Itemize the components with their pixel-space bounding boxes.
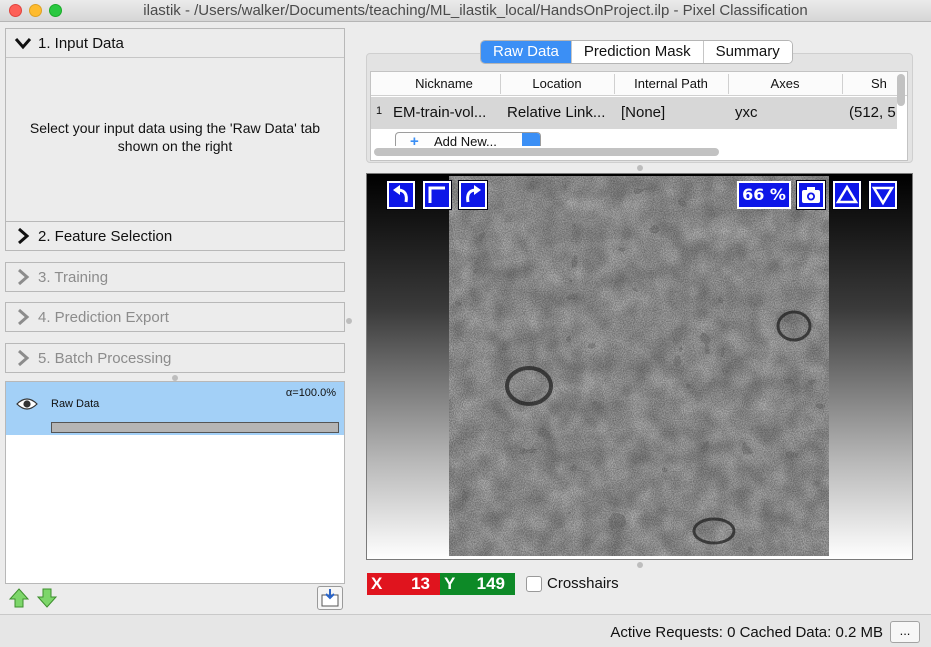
plus-icon: +	[410, 133, 419, 146]
image-viewer[interactable]: 66 %	[366, 173, 913, 560]
export-icon	[321, 589, 339, 607]
splitter-handle[interactable]	[346, 318, 352, 324]
table-cell[interactable]: yxc	[735, 104, 758, 121]
window-title: ilastik - /Users/walker/Documents/teachi…	[143, 2, 808, 19]
chevron-right-icon	[18, 227, 30, 245]
y-coordinate-value[interactable]: 149	[477, 574, 505, 594]
more-button[interactable]: ...	[890, 621, 920, 643]
y-axis-label: Y	[444, 574, 456, 593]
column-header[interactable]: Axes	[729, 76, 841, 91]
dataset-table: Nickname Location Internal Path Axes Sh …	[370, 71, 908, 161]
x-coordinate-badge: X 13	[367, 573, 440, 595]
horizontal-scrollbar[interactable]	[374, 148, 719, 156]
applet-header-input-data[interactable]: 1. Input Data	[6, 29, 344, 57]
tab-summary[interactable]: Summary	[702, 41, 792, 63]
splitter-handle[interactable]	[637, 562, 643, 568]
slice-down-button[interactable]	[869, 181, 897, 209]
y-coordinate-badge: Y 149	[440, 573, 515, 595]
table-header: Nickname Location Internal Path Axes Sh	[371, 72, 907, 96]
rotate-right-button[interactable]	[459, 181, 487, 209]
crosshairs-checkbox[interactable]	[526, 576, 542, 592]
chevron-right-icon	[18, 268, 30, 286]
swap-axes-button[interactable]	[423, 181, 451, 209]
input-data-instructions: Select your input data using the 'Raw Da…	[6, 57, 344, 216]
applet-label: 2. Feature Selection	[38, 227, 173, 245]
move-layer-down-icon[interactable]	[36, 587, 58, 609]
rotate-right-icon	[466, 185, 481, 203]
applet-label: 3. Training	[38, 268, 109, 286]
x-axis-label: X	[371, 574, 383, 593]
chevron-right-icon	[18, 308, 30, 326]
title-bar: ilastik - /Users/walker/Documents/teachi…	[0, 0, 931, 22]
tab-prediction-mask[interactable]: Prediction Mask	[570, 41, 703, 63]
applet-batch-processing[interactable]: 5. Batch Processing	[5, 343, 345, 373]
layer-toolbar	[5, 584, 345, 612]
zoom-level[interactable]: 66 %	[737, 181, 791, 209]
applet-prediction-export[interactable]: 4. Prediction Export	[5, 302, 345, 332]
swap-axes-icon	[428, 186, 445, 203]
dataset-tabs: Raw Data Prediction Mask Summary	[480, 40, 793, 64]
add-new-label: Add New...	[434, 134, 497, 146]
layer-item-raw-data[interactable]: Raw Data α=100.0%	[6, 382, 344, 435]
slice-up-button[interactable]	[833, 181, 861, 209]
chevron-down-icon	[14, 38, 32, 50]
chevron-right-icon	[18, 349, 30, 367]
table-cell[interactable]: EM-train-vol...	[393, 104, 486, 121]
move-layer-up-icon[interactable]	[8, 587, 30, 609]
status-text: Active Requests: 0 Cached Data: 0.2 MB	[610, 624, 883, 641]
applet-label: 5. Batch Processing	[38, 349, 172, 367]
eye-icon[interactable]	[16, 397, 38, 411]
crosshairs-label[interactable]: Crosshairs	[547, 575, 619, 592]
vertical-scrollbar[interactable]	[897, 74, 905, 106]
applet-feature-selection[interactable]: 2. Feature Selection	[5, 221, 345, 251]
triangle-down-icon	[871, 186, 895, 206]
camera-icon	[802, 187, 820, 203]
column-header[interactable]: Location	[501, 76, 613, 91]
rotate-left-button[interactable]	[387, 181, 415, 209]
table-cell[interactable]: [None]	[621, 104, 665, 121]
layer-opacity-slider[interactable]	[51, 422, 339, 433]
row-number: 1	[376, 105, 383, 117]
applet-training[interactable]: 3. Training	[5, 262, 345, 292]
applet-label: 4. Prediction Export	[38, 308, 169, 326]
tab-raw-data[interactable]: Raw Data	[481, 41, 571, 63]
column-header[interactable]: Internal Path	[615, 76, 727, 91]
snapshot-button[interactable]	[797, 181, 825, 209]
splitter-handle[interactable]	[637, 165, 643, 171]
applet-input-data: 1. Input Data Select your input data usi…	[5, 28, 345, 222]
em-image[interactable]	[449, 176, 829, 556]
export-layer-button[interactable]	[317, 586, 343, 610]
dropdown-arrow-icon[interactable]	[522, 133, 540, 146]
table-row[interactable]: 1 EM-train-vol... Relative Link... [None…	[371, 97, 897, 129]
layer-name: Raw Data	[51, 398, 100, 410]
rotate-left-icon	[393, 185, 408, 203]
applet-label: 1. Input Data	[38, 34, 124, 52]
status-bar: Active Requests: 0 Cached Data: 0.2 MB .…	[0, 614, 931, 647]
add-new-button[interactable]: + Add New...	[395, 132, 541, 146]
column-header[interactable]: Nickname	[389, 76, 499, 91]
layer-list: Raw Data α=100.0%	[5, 381, 345, 584]
table-cell[interactable]: Relative Link...	[507, 104, 605, 121]
layer-opacity-label: α=100.0%	[285, 387, 336, 399]
triangle-up-icon	[835, 184, 859, 204]
x-coordinate-value[interactable]: 13	[411, 574, 430, 594]
table-cell[interactable]: (512, 5	[849, 104, 896, 121]
